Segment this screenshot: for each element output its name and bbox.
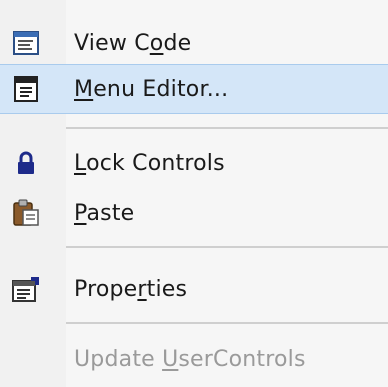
menu-item-label: Paste bbox=[74, 200, 135, 226]
menu-item-label: Lock Controls bbox=[74, 150, 225, 176]
menu-item-view-code[interactable]: View Code bbox=[0, 18, 388, 68]
menu-item-menu-editor[interactable]: Menu Editor... bbox=[0, 64, 388, 114]
menu-separator bbox=[66, 246, 388, 248]
menu-item-label: Menu Editor... bbox=[74, 76, 229, 102]
menu-item-label: Properties bbox=[74, 276, 188, 302]
view-code-icon bbox=[10, 27, 42, 59]
menu-separator bbox=[66, 322, 388, 324]
context-menu: View Code Menu Editor... Lock Controls P… bbox=[0, 0, 388, 387]
menu-item-properties[interactable]: Properties bbox=[0, 264, 388, 314]
lock-icon bbox=[10, 147, 42, 179]
menu-item-lock-controls[interactable]: Lock Controls bbox=[0, 138, 388, 188]
menu-separator bbox=[66, 127, 388, 129]
menu-item-label: View Code bbox=[74, 30, 192, 56]
properties-icon bbox=[10, 273, 42, 305]
menu-item-paste[interactable]: Paste bbox=[0, 188, 388, 238]
menu-editor-icon bbox=[10, 73, 42, 105]
paste-icon bbox=[10, 197, 42, 229]
menu-item-update-usercontrols: Update UserControls bbox=[0, 334, 388, 384]
menu-item-label: Update UserControls bbox=[74, 346, 306, 372]
